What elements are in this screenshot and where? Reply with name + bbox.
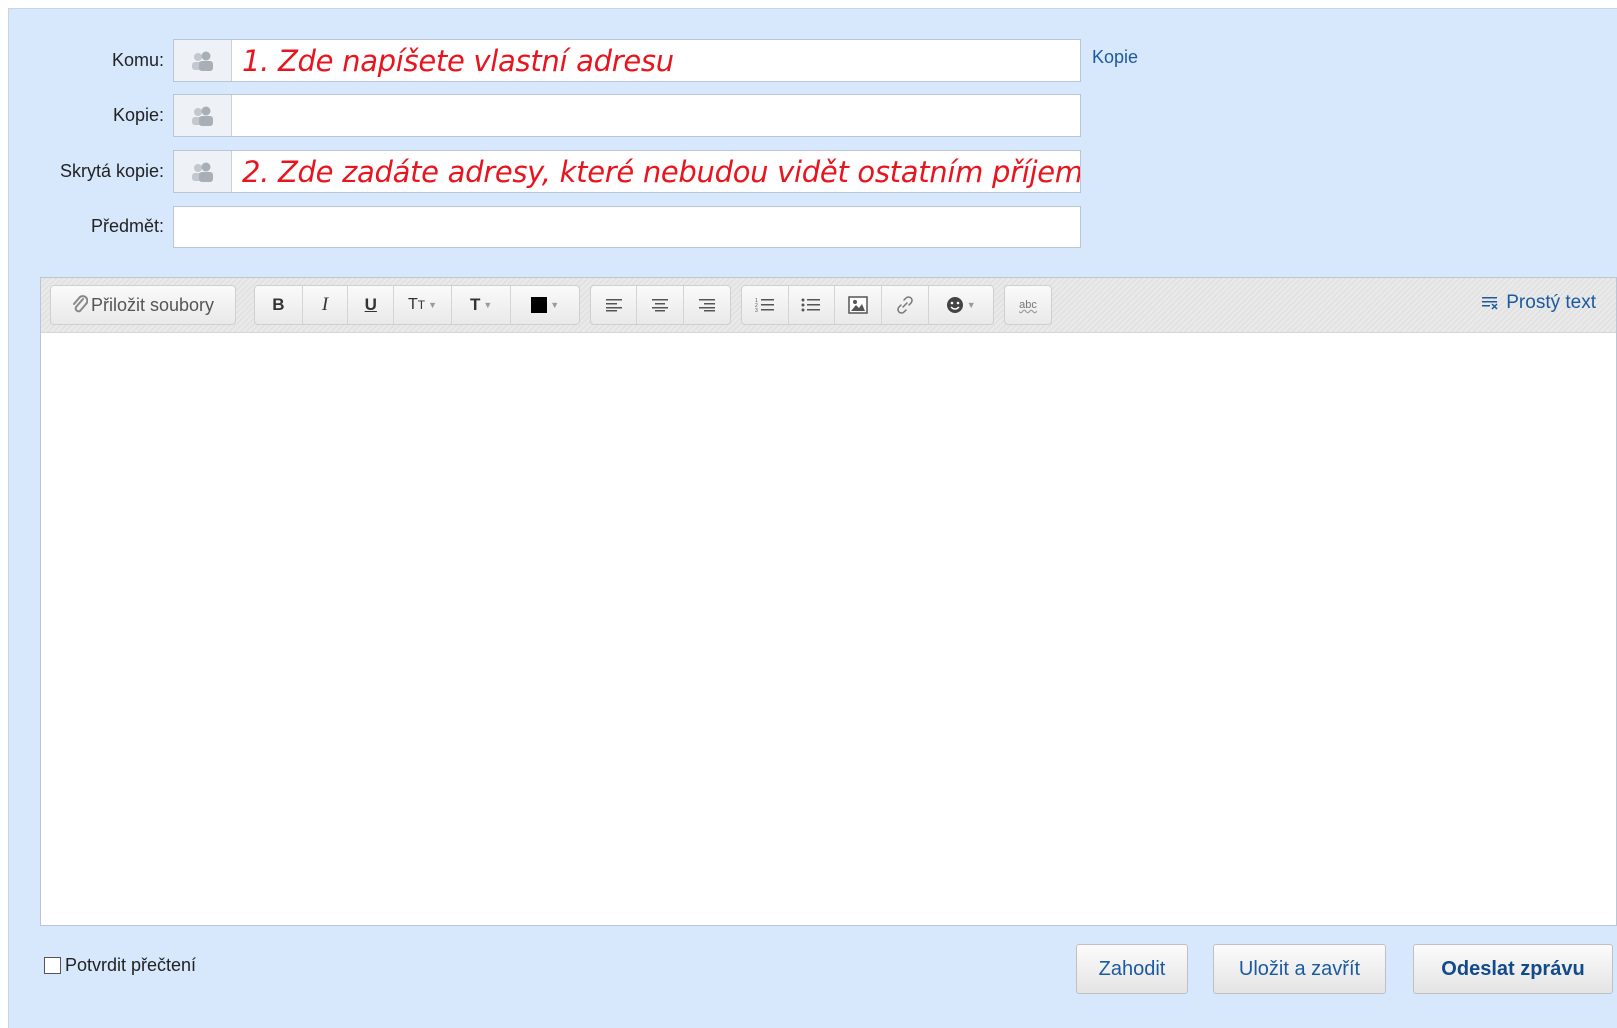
link-icon xyxy=(896,296,913,314)
subject-input[interactable] xyxy=(173,206,1081,248)
cc-toggle-link[interactable]: Kopie xyxy=(1092,47,1138,68)
font-family-label: T xyxy=(469,295,481,314)
format-group: B I U T T ▼ T ▼ ▼ xyxy=(254,285,580,325)
insert-group: 123 ▼ xyxy=(741,285,994,325)
align-center-button[interactable] xyxy=(637,286,684,324)
bcc-label: Skrytá kopie: xyxy=(59,161,164,181)
emoji-button[interactable]: ▼ xyxy=(929,286,993,324)
align-right-button[interactable] xyxy=(684,286,730,324)
bcc-contacts-button[interactable] xyxy=(174,151,232,192)
attach-files-button[interactable]: Přiložit soubory xyxy=(51,286,235,324)
cc-field[interactable] xyxy=(173,94,1081,137)
underline-button[interactable]: U xyxy=(348,286,395,324)
spellcheck-button[interactable]: abc xyxy=(1005,286,1051,324)
to-value: 1. Zde napíšete vlastní adresu xyxy=(242,43,674,78)
insert-link-button[interactable] xyxy=(882,286,929,324)
plain-text-label: Prostý text xyxy=(1506,292,1596,313)
bold-button[interactable]: B xyxy=(255,286,303,324)
numbered-list-icon: 123 xyxy=(755,298,774,313)
text-color-button[interactable]: ▼ xyxy=(511,286,579,324)
align-center-icon xyxy=(652,299,669,312)
plain-text-toggle[interactable]: Prostý text xyxy=(1481,292,1596,314)
cc-contacts-button[interactable] xyxy=(174,95,232,136)
align-group xyxy=(590,285,731,325)
bcc-field[interactable]: 2. Zde zadáte adresy, které nebudou vidě… xyxy=(173,150,1081,193)
read-receipt-option[interactable]: Potvrdit přečtení xyxy=(44,955,196,976)
bullet-list-button[interactable] xyxy=(789,286,836,324)
numbered-list-button[interactable]: 123 xyxy=(742,286,789,324)
read-receipt-checkbox[interactable] xyxy=(44,957,61,974)
paperclip-icon xyxy=(72,295,88,313)
to-label: Komu: xyxy=(111,50,164,70)
attach-files-label: Přiložit soubory xyxy=(90,294,215,315)
clear-format-icon xyxy=(1482,297,1498,310)
align-left-icon xyxy=(605,299,622,312)
align-right-icon xyxy=(698,299,715,312)
insert-image-button[interactable] xyxy=(835,286,882,324)
send-button[interactable]: Odeslat zprávu xyxy=(1413,944,1613,994)
color-swatch-icon xyxy=(531,297,548,313)
svg-text:3: 3 xyxy=(755,308,758,313)
contacts-icon xyxy=(191,51,213,71)
to-contacts-button[interactable] xyxy=(174,40,232,81)
italic-button[interactable]: I xyxy=(303,286,349,324)
font-size-button[interactable]: T T ▼ xyxy=(394,286,452,324)
save-close-button[interactable]: Uložit a zavřít xyxy=(1213,944,1386,994)
contacts-icon xyxy=(191,106,213,126)
cc-label: Kopie: xyxy=(112,105,164,125)
read-receipt-label: Potvrdit přečtení xyxy=(65,955,197,975)
to-field[interactable]: 1. Zde napíšete vlastní adresu xyxy=(173,39,1081,82)
align-left-button[interactable] xyxy=(591,286,638,324)
contacts-icon xyxy=(191,162,213,182)
font-family-button[interactable]: T ▼ xyxy=(452,286,512,324)
emoji-icon xyxy=(946,297,963,313)
bcc-value: 2. Zde zadáte adresy, které nebudou vidě… xyxy=(242,154,1080,189)
spellcheck-group: abc xyxy=(1004,285,1052,325)
bullet-list-icon xyxy=(801,298,821,312)
image-icon xyxy=(848,296,868,314)
subject-label: Předmět: xyxy=(90,216,164,236)
attach-group: Přiložit soubory xyxy=(50,285,236,325)
editor-toolbar: Přiložit soubory B I U T T ▼ T ▼ ▼ 1 2 3… xyxy=(41,278,1616,333)
discard-button[interactable]: Zahodit xyxy=(1076,944,1188,994)
message-editor[interactable]: Přiložit soubory B I U T T ▼ T ▼ ▼ 1 2 3… xyxy=(40,277,1617,926)
